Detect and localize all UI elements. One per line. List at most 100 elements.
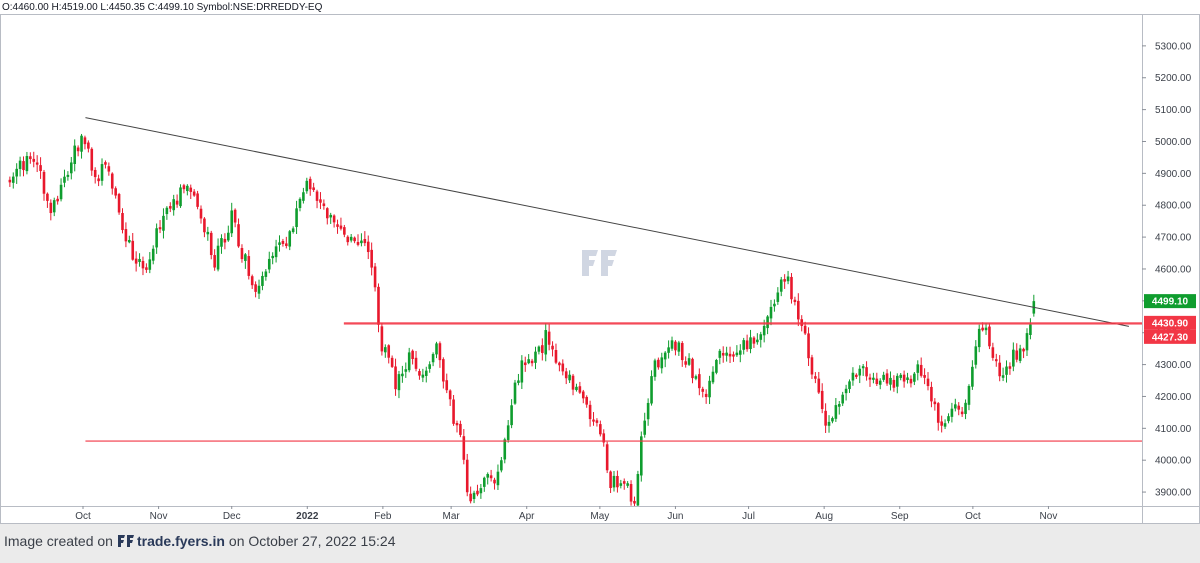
ohlc-readout: O:4460.00 H:4519.00 L:4450.35 C:4499.10 … — [2, 2, 323, 13]
candle-body — [476, 490, 479, 495]
candle-body — [738, 350, 742, 355]
candlestick-chart[interactable]: 3900.004000.004100.004200.004300.004400.… — [0, 0, 1200, 524]
candle-body — [858, 368, 862, 376]
candle-body — [708, 380, 711, 398]
y-tick-label: 5300.00 — [1155, 41, 1192, 52]
candle-body — [773, 303, 776, 307]
candle-body — [568, 374, 571, 381]
candle-body — [803, 325, 807, 334]
x-tick-label: May — [590, 511, 609, 522]
candle-body — [117, 194, 121, 213]
x-tick-label: Apr — [519, 511, 535, 522]
x-tick-label: Sep — [891, 511, 909, 522]
candle-body — [609, 471, 612, 489]
candle-body — [998, 362, 1001, 377]
candle-body — [814, 376, 817, 379]
candle-body — [517, 380, 520, 383]
candle-body — [882, 374, 885, 380]
candle-body — [906, 377, 909, 380]
candle-body — [687, 358, 691, 365]
candle-body — [244, 254, 247, 261]
candle-body — [298, 198, 302, 208]
x-tick-label: Oct — [965, 511, 981, 522]
candle-body — [373, 266, 377, 288]
candle-body — [581, 391, 585, 399]
candle-body — [660, 357, 664, 369]
candle-body — [59, 184, 63, 200]
x-tick-label: Dec — [223, 511, 241, 522]
candle-body — [25, 156, 29, 172]
candle-body — [745, 340, 749, 350]
candle-body — [370, 249, 373, 268]
x-tick-label: Aug — [815, 511, 833, 522]
chart-border — [0, 14, 1200, 524]
footer-suffix: on October 27, 2022 15:24 — [228, 533, 396, 549]
trendline — [85, 117, 1130, 327]
candle-body — [503, 439, 507, 460]
candle-body — [482, 477, 486, 487]
candle-body — [182, 185, 186, 190]
candle-body — [445, 380, 449, 391]
candle-body — [783, 279, 786, 282]
candle-body — [756, 339, 759, 343]
candle-body — [752, 337, 756, 344]
candle-body — [148, 259, 152, 270]
candle-body — [974, 346, 978, 365]
candle-body — [356, 241, 360, 245]
y-tick-label: 4000.00 — [1155, 456, 1192, 467]
candle-body — [534, 351, 537, 363]
x-tick-label: Oct — [75, 511, 91, 522]
candle-body — [759, 334, 763, 340]
candle-body — [984, 327, 988, 331]
candle-body — [162, 215, 165, 231]
fyers-logo-icon — [117, 535, 134, 547]
candle-body — [616, 475, 619, 488]
candle-body — [46, 193, 49, 201]
candle-body — [827, 421, 831, 426]
candle-body — [472, 492, 476, 500]
candle-body — [66, 174, 70, 177]
candle-body — [547, 331, 551, 345]
candle-body — [626, 483, 629, 486]
fyers-brand-link[interactable]: trade.fyers.in — [117, 533, 225, 549]
candle-body — [237, 224, 240, 247]
candle-body — [257, 285, 261, 294]
candle-body — [721, 352, 725, 356]
candle-body — [56, 198, 59, 202]
candle-body — [360, 240, 363, 244]
candle-body — [923, 375, 926, 378]
candle-body — [134, 258, 138, 264]
candle-body — [196, 193, 199, 207]
candle-body — [220, 238, 223, 247]
candle-body — [677, 342, 681, 352]
x-tick-label: Nov — [1040, 511, 1058, 522]
candle-body — [141, 260, 145, 269]
footer-site-link[interactable]: trade.fyers.in — [137, 533, 225, 549]
candle-body — [186, 185, 189, 192]
candle-body — [93, 169, 97, 178]
y-tick-label: 5200.00 — [1155, 73, 1192, 84]
candle-body — [892, 379, 896, 388]
chart-frame[interactable]: 3900.004000.004100.004200.004300.004400.… — [0, 0, 1200, 524]
candle-body — [779, 279, 783, 292]
candle-body — [1008, 366, 1012, 369]
candle-body — [698, 374, 701, 389]
candle-body — [855, 374, 858, 377]
candle-body — [541, 345, 544, 353]
y-tick-label: 4800.00 — [1155, 201, 1192, 212]
y-tick-label: 5100.00 — [1155, 105, 1192, 116]
candle-body — [786, 276, 790, 282]
candle-body — [438, 343, 442, 361]
candle-body — [404, 369, 408, 372]
candle-body — [192, 191, 196, 196]
candle-body — [308, 178, 312, 190]
candle-body — [940, 421, 943, 426]
candle-body — [916, 364, 920, 373]
candle-body — [247, 256, 251, 276]
candle-body — [22, 161, 25, 171]
candle-body — [619, 483, 623, 486]
y-tick-label: 3900.00 — [1155, 488, 1192, 499]
candle-body — [875, 378, 879, 385]
candle-body — [227, 232, 230, 241]
candle-body — [448, 390, 452, 400]
